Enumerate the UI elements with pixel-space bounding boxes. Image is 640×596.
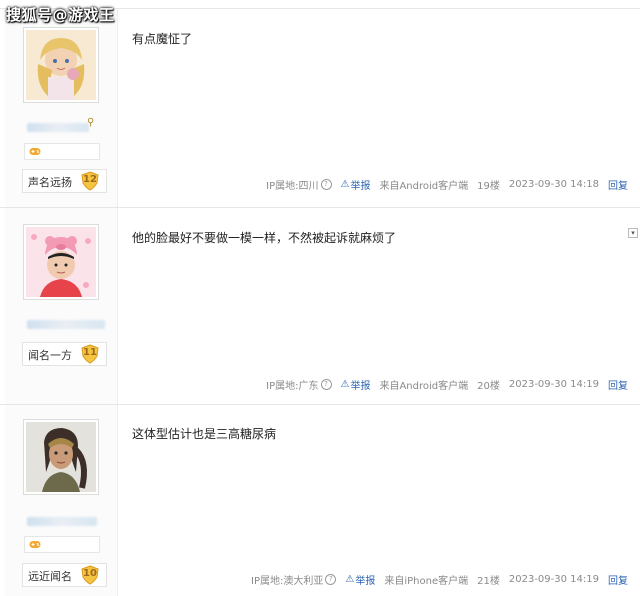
username-blurred[interactable]	[27, 320, 105, 329]
author-panel: ⚲ 声名远扬 12	[5, 9, 118, 207]
post-floor-20: 闻名一方 11 他的脸最好不要做一模一样，不然被起诉就麻烦了 ▾ IP属地:广东…	[0, 207, 640, 404]
client-source: 来自Android客户端	[379, 181, 469, 192]
avatar-image-anime-girl	[26, 30, 96, 100]
warning-icon: ⚠	[345, 574, 355, 585]
controller-icon	[29, 540, 41, 548]
username-blurred[interactable]	[27, 123, 89, 132]
post-content: 有点魔怔了	[132, 32, 193, 46]
floor-number: 20楼	[477, 381, 500, 392]
level-number: 11	[83, 347, 97, 358]
username-blurred[interactable]	[27, 517, 97, 526]
avatar-image-boy-pig-hat	[26, 227, 96, 297]
author-panel: 闻名一方 11	[5, 208, 118, 404]
report-link[interactable]: 举报	[350, 377, 370, 392]
client-source: 来自iPhone客户端	[384, 576, 469, 587]
avatar[interactable]	[23, 419, 99, 495]
floor-number: 21楼	[477, 576, 500, 587]
post-time: 2023-09-30 14:18	[508, 179, 599, 190]
ip-location: IP属地:广东	[266, 381, 319, 392]
help-icon[interactable]: ?	[325, 574, 337, 585]
controller-icon	[29, 147, 41, 155]
avatar[interactable]	[23, 27, 99, 103]
post-floor-21: 远近闻名 10 这体型估计也是三高糖尿病 IP属地:澳大利亚 ? ⚠ 举报 来自…	[0, 404, 640, 596]
level-shield-icon: 10	[80, 565, 100, 585]
avatar[interactable]	[23, 224, 99, 300]
ip-location: IP属地:四川	[266, 181, 319, 192]
help-icon[interactable]: ?	[320, 379, 332, 390]
post-content: 这体型估计也是三高糖尿病	[132, 427, 277, 441]
key-icon: ⚲	[87, 117, 95, 128]
reply-link[interactable]: 回复	[608, 572, 628, 587]
level-shield-icon: 12	[80, 171, 100, 191]
watermark: 搜狐号@游戏王	[6, 6, 115, 24]
help-icon[interactable]: ?	[320, 179, 332, 190]
reply-link[interactable]: 回复	[608, 377, 628, 392]
post-floor-19: ⚲ 声名远扬 12 有点魔怔了 IP属地:四川 ? ⚠ 举报 来自Android…	[0, 8, 640, 207]
ip-location: IP属地:澳大利亚	[251, 576, 324, 587]
reply-link[interactable]: 回复	[608, 177, 628, 192]
member-badge[interactable]	[24, 536, 100, 553]
post-meta: IP属地:广东 ? ⚠ 举报 来自Android客户端 20楼 2023-09-…	[266, 377, 628, 392]
level-badge[interactable]: 闻名一方 11	[22, 342, 107, 366]
level-shield-icon: 11	[80, 344, 100, 364]
warning-icon: ⚠	[340, 179, 350, 190]
post-time: 2023-09-30 14:19	[508, 379, 599, 390]
level-badge[interactable]: 远近闻名 10	[22, 563, 107, 587]
post-meta: IP属地:澳大利亚 ? ⚠ 举报 来自iPhone客户端 21楼 2023-09…	[251, 572, 628, 587]
report-link[interactable]: 举报	[355, 572, 375, 587]
level-number: 12	[83, 174, 97, 185]
post-time: 2023-09-30 14:19	[508, 574, 599, 585]
level-badge[interactable]: 声名远扬 12	[22, 169, 107, 193]
level-name: 声名远扬	[28, 176, 72, 189]
client-source: 来自Android客户端	[379, 381, 469, 392]
post-menu-dropdown[interactable]: ▾	[628, 228, 638, 238]
level-name: 远近闻名	[28, 570, 72, 583]
level-number: 10	[83, 568, 97, 579]
author-panel: 远近闻名 10	[5, 405, 118, 596]
member-badge[interactable]	[24, 143, 100, 160]
avatar-image-painted-warrior	[26, 422, 96, 492]
post-meta: IP属地:四川 ? ⚠ 举报 来自Android客户端 19楼 2023-09-…	[266, 177, 628, 192]
level-name: 闻名一方	[28, 349, 72, 362]
warning-icon: ⚠	[340, 379, 350, 390]
post-content: 他的脸最好不要做一模一样，不然被起诉就麻烦了	[132, 231, 397, 245]
floor-number: 19楼	[477, 181, 500, 192]
report-link[interactable]: 举报	[350, 177, 370, 192]
